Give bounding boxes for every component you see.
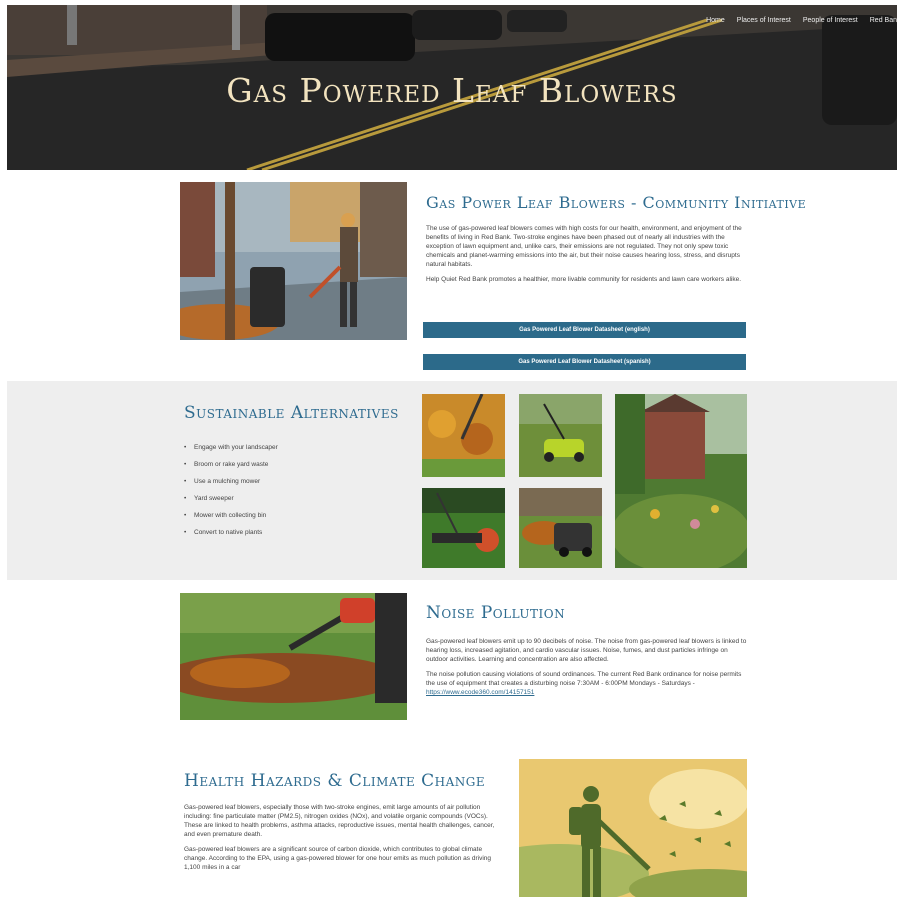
nav-home[interactable]: Home: [706, 17, 725, 24]
mulching-mower-photo: [519, 394, 602, 477]
list-item: Broom or rake yard waste: [184, 456, 414, 473]
nav-red-bank[interactable]: Red Ban: [870, 17, 897, 24]
worker-leaf-blower-photo: [180, 182, 407, 340]
alternatives-list: Engage with your landscaper Broom or rak…: [184, 439, 414, 541]
community-initiative-title: Gas Power Leaf Blowers - Community Initi…: [426, 193, 807, 212]
datasheet-english-button[interactable]: Gas Powered Leaf Blower Datasheet (engli…: [423, 322, 746, 338]
health-hazards-title: Health Hazards & Climate Change: [184, 771, 486, 791]
community-initiative-section: Gas Power Leaf Blowers - Community Initi…: [426, 193, 807, 290]
rake-leaves-photo: [422, 394, 505, 477]
noise-pollution-title: Noise Pollution: [426, 603, 566, 623]
noise-paragraph-2-text: The noise pollution causing violations o…: [426, 671, 742, 687]
health-paragraph-2: Gas-powered leaf blowers are a significa…: [184, 846, 491, 871]
list-item: Use a mulching mower: [184, 473, 414, 490]
list-item: Yard sweeper: [184, 490, 414, 507]
leaf-blower-silhouette-illustration: [519, 759, 747, 897]
leaf-blower-leaves-photo: [180, 593, 407, 720]
list-item: Convert to native plants: [184, 524, 414, 541]
noise-paragraph-2: The noise pollution causing violations o…: [426, 670, 748, 697]
list-item: Mower with collecting bin: [184, 507, 414, 524]
health-paragraph-1: Gas-powered leaf blowers, especially tho…: [184, 804, 495, 838]
datasheet-spanish-button[interactable]: Gas Powered Leaf Blower Datasheet (spani…: [423, 354, 746, 370]
nav-places-of-interest[interactable]: Places of Interest: [737, 17, 791, 24]
health-hazards-section: Health Hazards & Climate Change Gas-powe…: [184, 771, 502, 878]
noise-pollution-section: Noise Pollution Gas-powered leaf blowers…: [426, 603, 748, 703]
alternatives-section: Sustainable Alternatives Engage with you…: [184, 403, 414, 541]
collecting-bin-mower-photo: [519, 488, 602, 568]
noise-paragraph-1: Gas-powered leaf blowers emit up to 90 d…: [426, 638, 747, 663]
community-paragraph-1: The use of gas-powered leaf blowers come…: [426, 225, 742, 268]
native-plants-house-photo: [615, 394, 747, 568]
community-paragraph-2: Help Quiet Red Bank promotes a healthier…: [426, 276, 742, 283]
nav-people-of-interest[interactable]: People of Interest: [803, 17, 858, 24]
page-title: Gas Powered Leaf Blowers: [226, 71, 678, 110]
alternatives-title: Sustainable Alternatives: [184, 403, 399, 423]
list-item: Engage with your landscaper: [184, 439, 414, 456]
reel-mower-photo: [422, 488, 505, 568]
top-nav: Home Places of Interest People of Intere…: [706, 17, 897, 24]
hero-banner: Home Places of Interest People of Intere…: [7, 5, 897, 170]
ordinance-link[interactable]: https://www.ecode360.com/14157151: [426, 689, 534, 696]
